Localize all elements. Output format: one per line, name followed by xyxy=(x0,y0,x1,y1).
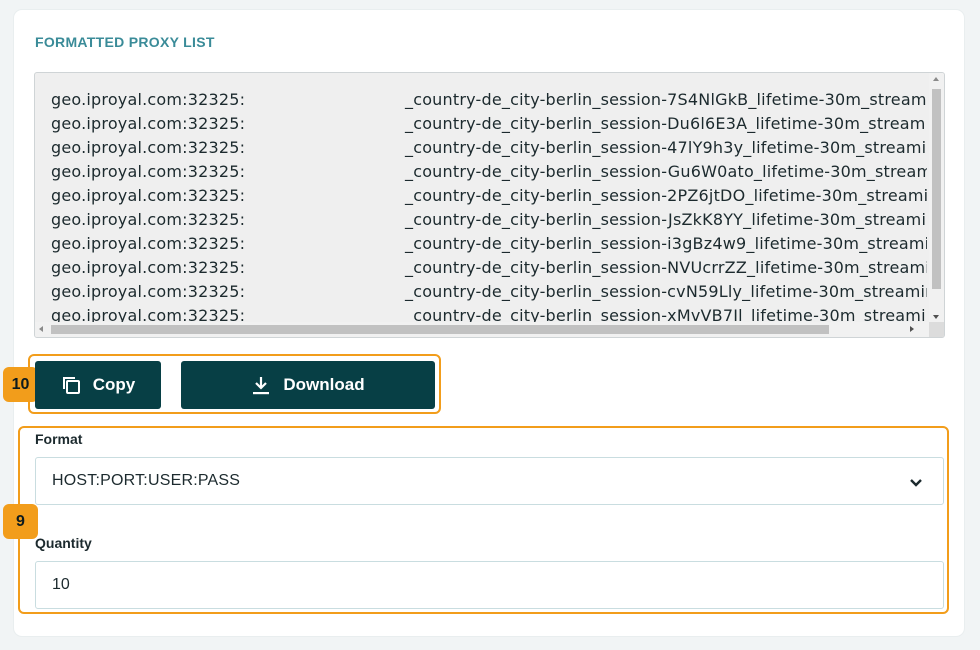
copy-icon xyxy=(61,375,81,395)
proxy-host: geo.iproyal.com:32325: xyxy=(51,210,246,229)
quantity-input[interactable]: 10 xyxy=(35,561,944,609)
proxy-credentials: _country-de_city-berlin_session-Gu6W0ato… xyxy=(405,162,927,181)
proxy-credentials: _country-de_city-berlin_session-7S4NlGkB… xyxy=(405,90,927,109)
copy-button-label: Copy xyxy=(92,375,136,394)
proxy-credentials: _country-de_city-berlin_session-cvN59Lly… xyxy=(405,282,927,301)
proxy-line: geo.iproyal.com:32325: _country-de_city-b… xyxy=(51,136,927,160)
horizontal-scrollbar[interactable] xyxy=(35,322,930,337)
proxy-host: geo.iproyal.com:32325: xyxy=(51,258,246,277)
format-select-value: HOST:PORT:USER:PASS xyxy=(52,472,241,489)
proxy-line: geo.iproyal.com:32325: _country-de_city-b… xyxy=(51,208,927,232)
download-button-label: Download xyxy=(283,375,365,394)
download-icon xyxy=(251,375,271,395)
quantity-label: Quantity xyxy=(35,535,92,551)
scroll-left-icon[interactable] xyxy=(39,326,43,332)
copy-button[interactable]: Copy xyxy=(35,361,161,409)
proxy-credentials: _country-de_city-berlin_session-47lY9h3y… xyxy=(405,138,927,157)
scroll-up-icon[interactable] xyxy=(933,77,939,81)
proxy-host: geo.iproyal.com:32325: xyxy=(51,162,246,181)
format-select[interactable]: HOST:PORT:USER:PASS xyxy=(35,457,944,505)
proxy-line: geo.iproyal.com:32325: _country-de_city-b… xyxy=(51,88,927,112)
vertical-scroll-thumb[interactable] xyxy=(932,89,941,289)
step-badge-10: 10 xyxy=(3,367,38,402)
proxy-host: geo.iproyal.com:32325: xyxy=(51,186,246,205)
proxy-credentials: _country-de_city-berlin_session-Du6l6E3A… xyxy=(405,114,927,133)
quantity-input-value: 10 xyxy=(52,576,70,593)
step-badge-9: 9 xyxy=(3,504,38,539)
proxy-line: geo.iproyal.com:32325: _country-de_city-b… xyxy=(51,160,927,184)
proxy-line: geo.iproyal.com:32325: _country-de_city-b… xyxy=(51,304,927,323)
proxy-host: geo.iproyal.com:32325: xyxy=(51,282,246,301)
horizontal-scroll-thumb[interactable] xyxy=(51,325,829,334)
proxy-credentials: _country-de_city-berlin_session-JsZkK8YY… xyxy=(405,210,927,229)
proxy-host: geo.iproyal.com:32325: xyxy=(51,306,246,323)
proxy-host: geo.iproyal.com:32325: xyxy=(51,234,246,253)
format-label: Format xyxy=(35,431,83,447)
proxy-line: geo.iproyal.com:32325: _country-de_city-b… xyxy=(51,256,927,280)
proxy-list-content[interactable]: geo.iproyal.com:32325: _country-de_city-b… xyxy=(51,88,927,323)
proxy-line: geo.iproyal.com:32325: _country-de_city-b… xyxy=(51,232,927,256)
proxy-host: geo.iproyal.com:32325: xyxy=(51,138,246,157)
proxy-line: geo.iproyal.com:32325: _country-de_city-b… xyxy=(51,280,927,304)
download-button[interactable]: Download xyxy=(181,361,435,409)
proxy-credentials: _country-de_city-berlin_session-i3gBz4w9… xyxy=(405,234,927,253)
vertical-scrollbar[interactable] xyxy=(929,73,944,323)
proxy-credentials: _country-de_city-berlin_session-NVUcrrZZ… xyxy=(405,258,927,277)
proxy-host: geo.iproyal.com:32325: xyxy=(51,90,246,109)
scroll-right-icon[interactable] xyxy=(910,326,914,332)
proxy-credentials: _country-de_city-berlin_session-xMvVB7Il… xyxy=(405,306,927,323)
scroll-down-icon[interactable] xyxy=(933,315,939,319)
proxy-line: geo.iproyal.com:32325: _country-de_city-b… xyxy=(51,112,927,136)
proxy-list-textarea[interactable]: geo.iproyal.com:32325: _country-de_city-b… xyxy=(34,72,945,338)
proxy-host: geo.iproyal.com:32325: xyxy=(51,114,246,133)
proxy-line: geo.iproyal.com:32325: _country-de_city-b… xyxy=(51,184,927,208)
chevron-down-icon[interactable] xyxy=(909,475,923,493)
proxy-credentials: _country-de_city-berlin_session-2PZ6jtDO… xyxy=(405,186,927,205)
section-title: FORMATTED PROXY LIST xyxy=(35,34,215,50)
scrollbar-corner xyxy=(929,322,944,337)
